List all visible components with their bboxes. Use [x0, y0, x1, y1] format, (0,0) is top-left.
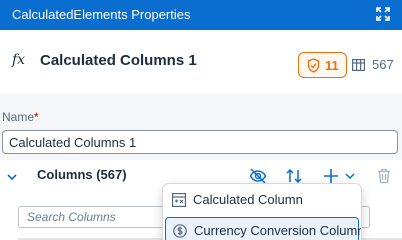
window-title: CalculatedElements Properties — [12, 7, 191, 22]
delete-icon[interactable] — [375, 167, 393, 185]
badge-count: 11 — [325, 58, 339, 73]
fullscreen-icon[interactable] — [376, 7, 390, 21]
shield-icon — [307, 58, 320, 73]
name-label: Name* — [2, 110, 39, 124]
hide-columns-icon[interactable] — [249, 167, 267, 185]
columns-title: Columns (567) — [37, 167, 127, 182]
name-field[interactable] — [2, 130, 398, 154]
add-icon[interactable] — [322, 167, 340, 185]
menu-item-calculated-column[interactable]: Calculated Column — [165, 187, 359, 213]
element-name: Calculated Columns 1 — [40, 52, 197, 69]
fx-icon: fx — [12, 52, 26, 68]
menu-item-label: Currency Conversion Column — [194, 223, 361, 238]
menu-item-label: Calculated Column — [193, 192, 303, 207]
name-label-text: Name — [2, 110, 35, 124]
required-mark: * — [34, 110, 39, 124]
add-column-menu: Calculated Column Currency Conversion Co… — [163, 184, 361, 240]
validation-badge[interactable]: 11 — [298, 52, 347, 78]
column-count: 567 — [372, 57, 394, 72]
sort-icon[interactable] — [285, 167, 303, 185]
title-bar: CalculatedElements Properties — [0, 0, 402, 30]
chevron-down-icon[interactable] — [6, 170, 18, 182]
object-header: fx Calculated Columns 1 11 567 — [0, 30, 402, 94]
currency-icon — [173, 224, 187, 238]
menu-item-currency-conversion-column[interactable]: Currency Conversion Column — [165, 217, 361, 240]
table-icon — [352, 58, 366, 72]
add-menu-chevron-icon[interactable] — [341, 167, 355, 185]
calculated-column-icon — [172, 193, 187, 208]
